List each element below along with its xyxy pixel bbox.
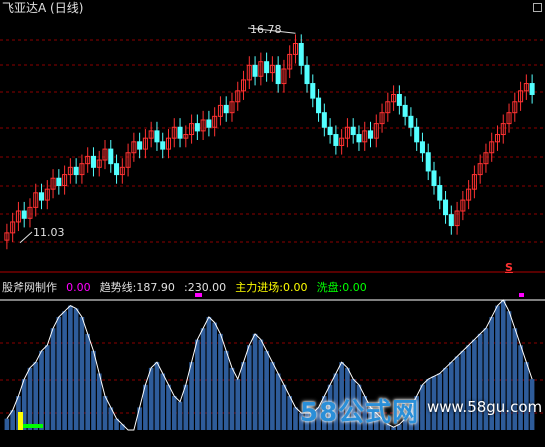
- candle-body: [160, 141, 166, 150]
- candle-body: [304, 64, 310, 85]
- candle-body: [367, 130, 374, 139]
- candle-body: [275, 64, 281, 85]
- low-marker: [19, 231, 33, 244]
- window-restore-icon[interactable]: [533, 3, 542, 12]
- watermark-logo: 58公式网: [300, 398, 420, 428]
- indicator-value-1: 0.00: [66, 281, 91, 294]
- candle-body: [90, 155, 96, 168]
- candle-body: [38, 192, 45, 201]
- candle-body: [264, 61, 270, 74]
- candle-body: [448, 214, 454, 227]
- candle-body: [425, 152, 431, 172]
- candle-body: [298, 42, 304, 66]
- candle-body: [437, 185, 443, 201]
- indicator-legend: 股斧网制作 0.00 趋势线:187.90 :230.00 主力进场:0.00 …: [2, 276, 371, 294]
- main-inflow-marker: [18, 412, 23, 430]
- candle-body: [56, 177, 62, 187]
- candle-body: [408, 115, 414, 128]
- kline-chart: [0, 27, 545, 431]
- washout-value: 洗盘:0.00: [316, 281, 367, 294]
- candle-body: [431, 170, 437, 187]
- peak-marker: [519, 293, 524, 297]
- candle-body: [327, 126, 333, 136]
- candle-body: [310, 83, 316, 99]
- candle-body: [316, 97, 322, 114]
- candle-body: [137, 141, 143, 150]
- indicator-value-2: :230.00: [183, 281, 227, 294]
- trend-line-value: 趋势线:187.90: [99, 281, 175, 294]
- candle-body: [206, 119, 212, 128]
- candlestick-series: [4, 27, 535, 250]
- candle-body: [333, 134, 339, 146]
- indicator-name: 股斧网制作: [2, 281, 57, 294]
- main-inflow-value: 主力进场:0.00: [235, 281, 308, 294]
- washout-marker: [23, 424, 43, 428]
- watermark: 58公式网 www.58gu.com: [300, 392, 542, 429]
- candle-body: [114, 163, 120, 176]
- candle-body: [356, 134, 362, 143]
- candle-body: [443, 199, 449, 216]
- low-price-label: 11.03: [33, 226, 65, 239]
- candle-body: [177, 126, 183, 139]
- candle-body: [350, 126, 356, 136]
- candle-body: [21, 210, 27, 219]
- candle-body: [73, 166, 79, 176]
- chart-title: 飞亚达A (日线): [2, 1, 84, 15]
- candle-body: [396, 93, 402, 106]
- watermark-url: www.58gu.com: [427, 398, 543, 416]
- candle-body: [529, 83, 535, 95]
- candle-body: [223, 104, 229, 114]
- candle-body: [419, 141, 425, 154]
- high-price-label: 16.78: [250, 23, 282, 36]
- candle-body: [252, 64, 258, 77]
- sell-signal-mark: S: [505, 261, 513, 274]
- candle-body: [108, 148, 114, 165]
- candle-body: [154, 130, 160, 143]
- candle-body: [194, 123, 200, 132]
- candle-body: [402, 104, 408, 117]
- candle-body: [414, 126, 420, 143]
- candle-body: [321, 112, 327, 128]
